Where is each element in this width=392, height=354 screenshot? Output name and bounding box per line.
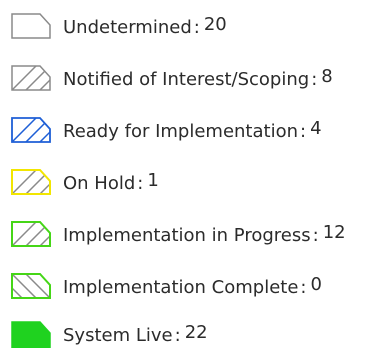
legend-item-count: 22: [184, 322, 208, 343]
legend-item-count: 1: [147, 170, 159, 191]
legend-item-label: On Hold: [63, 173, 136, 194]
legend-item-label: Notified of Interest/Scoping: [63, 69, 310, 90]
yellow-hatched-swatch-icon: [11, 169, 51, 195]
legend-item-implementation-in-progress: Implementation in Progress:12: [10, 214, 390, 254]
empty-polygon-swatch-icon: [11, 13, 51, 39]
green-backhatched-swatch-icon: [11, 273, 51, 299]
legend-item-count: 0: [310, 274, 322, 295]
legend-item-ready-for-implementation: Ready for Implementation:4: [10, 110, 390, 150]
legend-item-count: 4: [310, 118, 322, 139]
legend: Undetermined:20 Notified of Interest/Sco…: [0, 0, 392, 351]
green-hatched-swatch-icon: [11, 221, 51, 247]
legend-item-system-live: System Live:22: [10, 314, 390, 354]
legend-item-count: 8: [321, 66, 333, 87]
gray-hatched-swatch-icon: [11, 65, 51, 91]
legend-item-label: Undetermined: [63, 17, 192, 38]
legend-item-count: 20: [203, 14, 227, 35]
legend-item-implementation-complete: Implementation Complete:0: [10, 266, 390, 306]
legend-item-on-hold: On Hold:1: [10, 162, 390, 202]
legend-item-label: System Live: [63, 325, 173, 346]
legend-item-undetermined: Undetermined:20: [10, 6, 390, 46]
green-solid-swatch-icon: [11, 321, 51, 348]
legend-item-count: 12: [322, 222, 346, 243]
legend-item-label: Ready for Implementation: [63, 121, 299, 142]
blue-hatched-swatch-icon: [11, 117, 51, 143]
legend-item-label: Implementation Complete: [63, 277, 299, 298]
legend-item-notified-of-interest-scoping: Notified of Interest/Scoping:8: [10, 58, 390, 98]
legend-item-label: Implementation in Progress: [63, 225, 311, 246]
